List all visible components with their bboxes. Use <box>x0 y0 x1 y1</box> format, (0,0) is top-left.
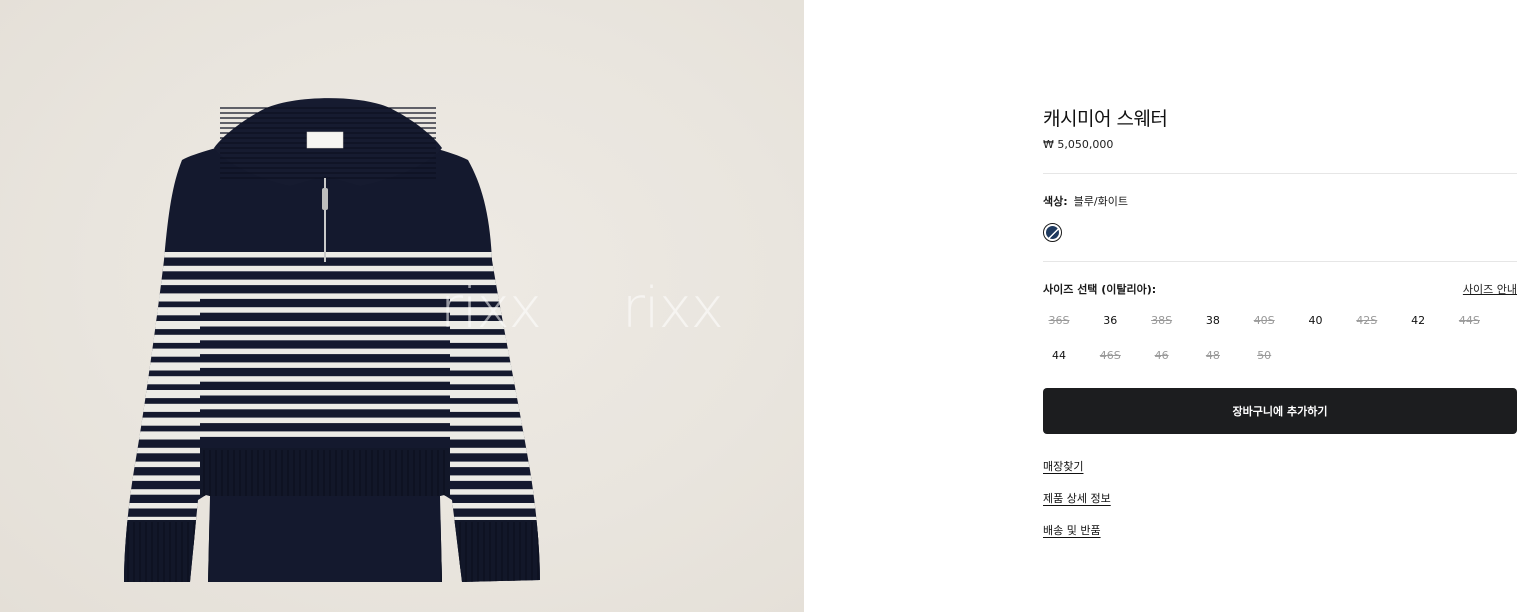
size-option-40[interactable]: 40 <box>1299 308 1333 334</box>
product-price: ₩ 5,050,000 <box>1043 138 1114 151</box>
size-option-42S[interactable]: 42S <box>1350 308 1384 334</box>
color-swatch-blue-white[interactable] <box>1043 223 1062 242</box>
size-option-50[interactable]: 50 <box>1247 343 1281 369</box>
color-value: 블루/화이트 <box>1073 195 1128 208</box>
size-option-36S[interactable]: 36S <box>1042 308 1076 334</box>
product-title: 캐시미어 스웨터 <box>1043 108 1168 130</box>
size-guide-link[interactable]: 사이즈 안내 <box>1463 281 1517 297</box>
add-to-cart-button[interactable]: 장바구니에 추가하기 <box>1043 388 1517 434</box>
color-label: 색상: <box>1043 195 1068 208</box>
product-details-link[interactable]: 제품 상세 정보 <box>1043 490 1111 506</box>
product-image[interactable]: rixx rixx <box>0 0 804 612</box>
size-option-48[interactable]: 48 <box>1196 343 1230 369</box>
size-option-44S[interactable]: 44S <box>1452 308 1486 334</box>
watermark-2: rixx <box>622 276 724 341</box>
size-header: 사이즈 선택 (이탈리아): 사이즈 안내 <box>1043 281 1517 297</box>
size-option-38[interactable]: 38 <box>1196 308 1230 334</box>
swatch-fill <box>1046 226 1059 239</box>
divider <box>1043 261 1517 262</box>
size-option-38S[interactable]: 38S <box>1145 308 1179 334</box>
size-select-label: 사이즈 선택 (이탈리아): <box>1043 283 1157 296</box>
watermark-1: rixx <box>440 276 542 341</box>
product-details-panel: 캐시미어 스웨터 ₩ 5,050,000 색상: 블루/화이트 사이즈 선택 (… <box>1043 0 1517 612</box>
shipping-returns-link[interactable]: 배송 및 반품 <box>1043 522 1101 538</box>
size-option-36[interactable]: 36 <box>1093 308 1127 334</box>
size-option-44[interactable]: 44 <box>1042 343 1076 369</box>
color-row: 색상: 블루/화이트 <box>1043 193 1128 209</box>
size-option-42[interactable]: 42 <box>1401 308 1435 334</box>
size-option-40S[interactable]: 40S <box>1247 308 1281 334</box>
size-option-46S[interactable]: 46S <box>1093 343 1127 369</box>
find-store-link[interactable]: 매장찾기 <box>1043 458 1083 474</box>
size-option-46[interactable]: 46 <box>1145 343 1179 369</box>
divider <box>1043 173 1517 174</box>
